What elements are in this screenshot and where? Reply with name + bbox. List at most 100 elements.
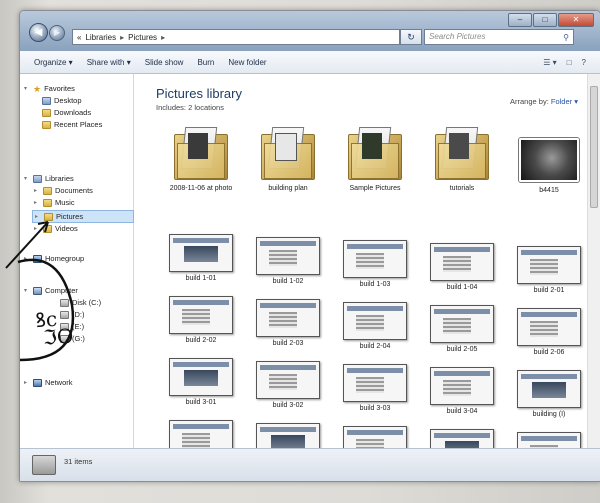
maximize-button[interactable]: □ bbox=[533, 13, 557, 27]
image-thumbnail bbox=[343, 364, 407, 402]
search-icon: ⚲ bbox=[563, 33, 569, 42]
music-icon bbox=[43, 198, 52, 207]
image-thumbnail bbox=[517, 246, 581, 284]
image-label: build 3-01 bbox=[185, 399, 217, 406]
breadcrumb-pictures[interactable]: Pictures bbox=[128, 33, 157, 42]
collapse-arrow-icon[interactable]: ▸ bbox=[35, 213, 41, 220]
nav-disk-d-label: (D:) bbox=[72, 310, 85, 319]
slide-show-button[interactable]: Slide show bbox=[145, 58, 184, 67]
folder-icon bbox=[261, 133, 315, 180]
recent-places-icon bbox=[42, 120, 51, 129]
collapse-arrow-icon[interactable]: ▸ bbox=[34, 187, 40, 194]
image-thumbnail bbox=[169, 296, 233, 334]
image-item[interactable]: build 2-05 bbox=[428, 305, 496, 353]
breadcrumb-libraries[interactable]: Libraries bbox=[85, 33, 116, 42]
share-with-button[interactable]: Share with ▾ bbox=[87, 58, 131, 67]
item-count: 31 items bbox=[64, 457, 93, 466]
new-folder-button[interactable]: New folder bbox=[228, 58, 266, 67]
vertical-scrollbar[interactable] bbox=[587, 74, 600, 449]
nav-libraries[interactable]: ▾ Libraries bbox=[24, 174, 74, 183]
nav-desktop[interactable]: Desktop bbox=[42, 96, 82, 105]
folder-item[interactable]: 2008-11-06 at photo bbox=[164, 133, 238, 193]
folder-label: Sample Pictures bbox=[349, 185, 401, 192]
arrange-by-label: Arrange by: bbox=[510, 97, 549, 106]
image-item[interactable]: build 3-01 bbox=[167, 358, 235, 406]
nav-favorites[interactable]: ▾ ★ Favorites bbox=[24, 84, 75, 93]
nav-pictures[interactable]: ▸ Pictures bbox=[32, 210, 134, 223]
collapse-arrow-icon[interactable]: ▸ bbox=[34, 225, 40, 232]
nav-music[interactable]: ▸ Music bbox=[34, 198, 75, 207]
image-thumbnail bbox=[256, 361, 320, 399]
image-label: build 3-03 bbox=[359, 405, 391, 412]
image-thumbnail bbox=[517, 370, 581, 408]
nav-homegroup-label: Homegroup bbox=[45, 254, 85, 263]
collapse-arrow-icon[interactable]: ▸ bbox=[34, 199, 40, 206]
details-pane: 31 items bbox=[20, 448, 600, 481]
image-item[interactable]: build 1-01 bbox=[167, 234, 235, 282]
nav-downloads[interactable]: Downloads bbox=[42, 108, 91, 117]
collapse-arrow-icon[interactable]: ▸ bbox=[24, 255, 30, 262]
libraries-icon bbox=[33, 174, 42, 183]
organize-button[interactable]: Organize ▾ bbox=[34, 58, 73, 67]
photo-item[interactable]: b4415 bbox=[512, 138, 586, 195]
nav-desktop-label: Desktop bbox=[54, 96, 82, 105]
title-bar: ◀ ▶ « Libraries ▸ Pictures ▸ ↻ Search Pi… bbox=[20, 11, 600, 51]
minimize-button[interactable]: – bbox=[508, 13, 532, 27]
image-item[interactable]: build 3-02 bbox=[254, 361, 322, 409]
image-thumbnail bbox=[343, 240, 407, 278]
back-button[interactable]: ◀ bbox=[29, 23, 48, 42]
address-bar[interactable]: « Libraries ▸ Pictures ▸ bbox=[72, 29, 400, 45]
image-item[interactable]: build 3-03 bbox=[341, 364, 409, 412]
folder-item[interactable]: tutorials bbox=[425, 133, 499, 193]
nav-documents[interactable]: ▸ Documents bbox=[34, 186, 93, 195]
image-item[interactable]: build 1-03 bbox=[341, 240, 409, 288]
expand-arrow-icon[interactable]: ▾ bbox=[24, 175, 30, 182]
expand-arrow-icon[interactable]: ▾ bbox=[24, 287, 30, 294]
image-item[interactable]: build 2-01 bbox=[515, 246, 583, 294]
nav-videos[interactable]: ▸ Videos bbox=[34, 224, 78, 233]
image-item[interactable]: build 3-04 bbox=[428, 367, 496, 415]
photo-label: b4415 bbox=[539, 187, 559, 194]
navigation-pane: ▾ ★ Favorites Desktop Downloads Recent P… bbox=[20, 74, 134, 449]
image-item[interactable]: build 1-02 bbox=[254, 237, 322, 285]
close-button[interactable]: ✕ bbox=[558, 13, 594, 27]
forward-button[interactable]: ▶ bbox=[49, 25, 65, 41]
folder-item[interactable]: building plan bbox=[251, 133, 325, 193]
search-input[interactable]: Search Pictures ⚲ bbox=[424, 29, 574, 45]
image-label: build 3-04 bbox=[446, 408, 478, 415]
image-item[interactable]: build 2-04 bbox=[341, 302, 409, 350]
image-thumbnail bbox=[517, 308, 581, 346]
image-label: build 2-05 bbox=[446, 346, 478, 353]
arrange-by-dropdown[interactable]: Folder ▾ bbox=[551, 97, 578, 106]
image-label: build 1-02 bbox=[272, 278, 304, 285]
nav-network-label: Network bbox=[45, 378, 73, 387]
nav-recent-places[interactable]: Recent Places bbox=[42, 120, 102, 129]
image-label: build 2-03 bbox=[272, 340, 304, 347]
help-button[interactable]: ? bbox=[582, 58, 586, 67]
folder-item[interactable]: Sample Pictures bbox=[338, 133, 412, 193]
folder-icon bbox=[348, 133, 402, 180]
preview-pane-button[interactable]: □ bbox=[567, 58, 572, 67]
image-item[interactable]: build 2-02 bbox=[167, 296, 235, 344]
nav-homegroup[interactable]: ▸ Homegroup bbox=[24, 254, 84, 263]
nav-network[interactable]: ▸ Network bbox=[24, 378, 73, 387]
photo-thumbnail bbox=[519, 138, 579, 182]
nav-computer[interactable]: ▾ Computer bbox=[24, 286, 78, 295]
refresh-button[interactable]: ↻ bbox=[400, 29, 422, 45]
image-item[interactable]: build 2-06 bbox=[515, 308, 583, 356]
image-item[interactable]: build 1-04 bbox=[428, 243, 496, 291]
nav-disk-g-label: (G:) bbox=[72, 334, 85, 343]
library-locations[interactable]: Includes: 2 locations bbox=[156, 103, 224, 112]
address-root: « bbox=[77, 32, 82, 42]
burn-button[interactable]: Burn bbox=[197, 58, 214, 67]
collapse-arrow-icon[interactable]: ▸ bbox=[24, 379, 30, 386]
image-label: build 1-04 bbox=[446, 284, 478, 291]
expand-arrow-icon[interactable]: ▾ bbox=[24, 85, 30, 92]
change-view-button[interactable]: ☰ ▾ bbox=[543, 58, 556, 67]
disk-icon bbox=[60, 298, 69, 307]
scrollbar-thumb[interactable] bbox=[590, 86, 598, 208]
nav-disk-c[interactable]: Disk (C:) bbox=[60, 298, 101, 307]
image-item[interactable]: build 2-03 bbox=[254, 299, 322, 347]
image-item[interactable]: building (I) bbox=[515, 370, 583, 418]
image-thumbnail bbox=[430, 367, 494, 405]
